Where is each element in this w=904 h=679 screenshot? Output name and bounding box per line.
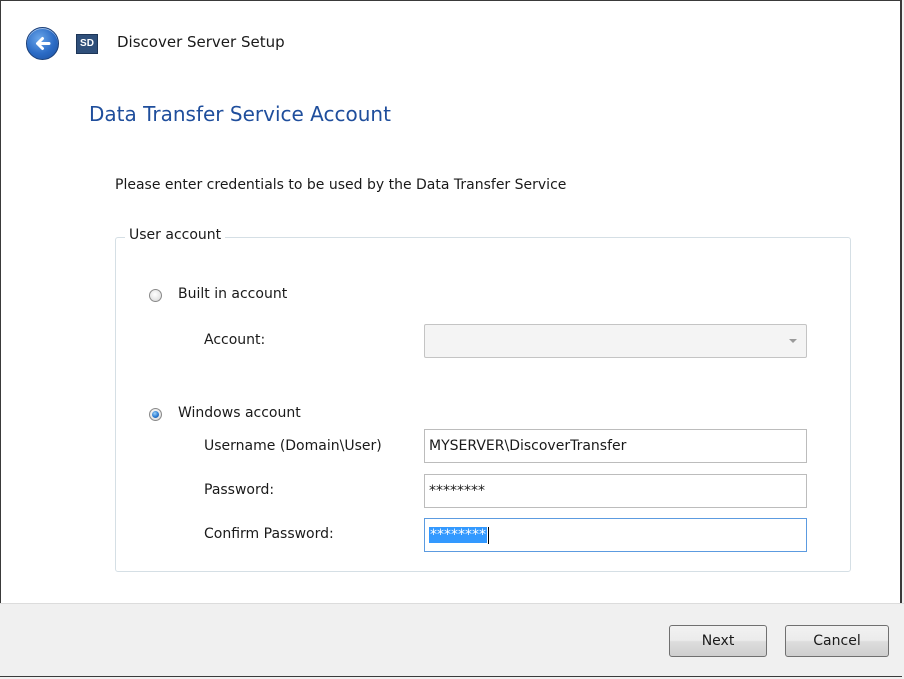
password-input[interactable]: ******** (424, 474, 807, 508)
title-bar: SD Discover Server Setup (1, 1, 900, 83)
instructions-text: Please enter credentials to be used by t… (115, 177, 567, 193)
windows-account-label[interactable]: Windows account (178, 405, 301, 421)
window-title: Discover Server Setup (117, 33, 285, 51)
confirm-password-input[interactable]: ******** (424, 518, 807, 552)
app-icon: SD (76, 34, 98, 54)
account-dropdown[interactable] (424, 324, 807, 358)
back-button[interactable] (26, 27, 59, 60)
windows-account-radio[interactable] (149, 408, 162, 421)
password-label: Password: (204, 482, 275, 498)
chevron-down-icon (789, 339, 797, 343)
next-button[interactable]: Next (669, 625, 767, 657)
group-legend: User account (125, 227, 226, 243)
built-in-account-radio[interactable] (149, 289, 162, 302)
page-title: Data Transfer Service Account (89, 102, 391, 126)
username-label: Username (Domain\User) (204, 438, 382, 454)
selected-text: ******** (429, 527, 487, 543)
cancel-button[interactable]: Cancel (785, 625, 889, 657)
confirm-password-label: Confirm Password: (204, 526, 334, 542)
username-input[interactable]: MYSERVER\DiscoverTransfer (424, 429, 807, 463)
footer-bar (0, 603, 904, 676)
account-label: Account: (204, 332, 266, 348)
text-caret (488, 526, 489, 544)
built-in-account-label[interactable]: Built in account (178, 286, 287, 302)
back-arrow-icon (36, 37, 51, 50)
